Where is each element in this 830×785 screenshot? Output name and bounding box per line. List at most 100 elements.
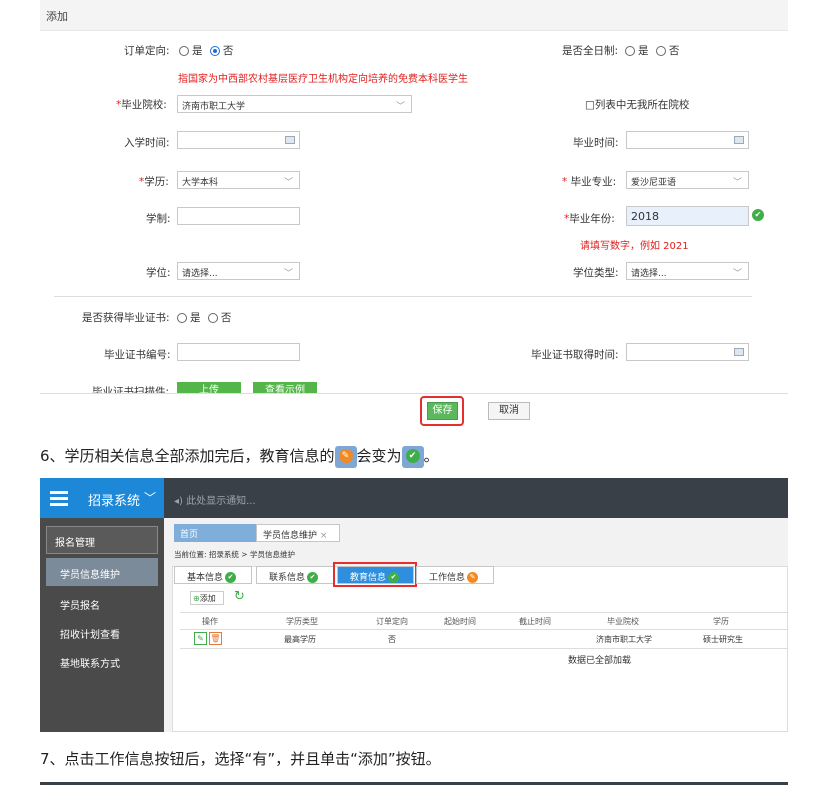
calendar-icon[interactable]: [734, 136, 744, 144]
sidebar-group-registration[interactable]: 报名管理: [46, 526, 158, 554]
table-header: 操作 学历类型 订单定向 起始时间 截止时间 毕业院校 学历: [180, 614, 788, 629]
col-school: 毕业院校: [607, 617, 639, 626]
chevron-down-icon[interactable]: ﹀: [144, 489, 156, 506]
step7-instruction: 7、点击工作信息按钮后，选择“有”，并且单击“添加”按钮。: [40, 750, 441, 768]
major-select[interactable]: 爱沙尼亚语 ﹀: [626, 171, 749, 189]
sidebar-item-plan[interactable]: 招收计划查看: [46, 618, 158, 646]
refresh-icon[interactable]: ↻: [234, 589, 245, 604]
form-title: 添加: [46, 10, 68, 23]
menu-icon[interactable]: [50, 491, 68, 494]
col-order: 订单定向: [376, 617, 408, 626]
cell-degree: 硕士研究生: [703, 635, 743, 644]
step6-text-c: 。: [423, 447, 439, 465]
col-degree: 学历: [713, 617, 729, 626]
subtab-contact-label: 联系信息: [269, 573, 306, 583]
cert-no-input[interactable]: [177, 343, 300, 361]
order-yes-label: 是: [192, 45, 203, 57]
divider: [54, 296, 752, 297]
save-button[interactable]: 保存: [427, 402, 458, 420]
grad-year-input[interactable]: 2018: [626, 206, 749, 226]
order-directed-options: 是 否: [175, 43, 233, 58]
col-end: 截止时间: [519, 617, 551, 626]
sidebar-item-student-info[interactable]: 学员信息维护: [46, 558, 158, 586]
edit-status-icon: [334, 445, 357, 468]
subtab-basic-label: 基本信息: [187, 573, 224, 583]
table-row-border: [180, 648, 788, 649]
degree-level-select[interactable]: 大学本科 ﹀: [177, 171, 300, 189]
chevron-down-icon: ﹀: [283, 178, 293, 188]
full-time-yes-label: 是: [638, 45, 649, 57]
cancel-button[interactable]: 取消: [488, 402, 530, 420]
chevron-down-icon: ﹀: [732, 178, 742, 188]
major-label: * 毕业专业:: [562, 176, 617, 188]
delete-icon[interactable]: 🗑: [209, 632, 222, 645]
enroll-time-label: 入学时间:: [124, 137, 170, 149]
sidebar-item-enroll[interactable]: 学员报名: [46, 589, 158, 617]
step6-text-a: 6、学历相关信息全部添加完后，教育信息的: [40, 447, 335, 465]
order-yes-radio[interactable]: [179, 46, 189, 56]
cert-no-radio[interactable]: [207, 313, 218, 323]
edit-icon: ✎: [467, 572, 479, 583]
full-time-no-label: 否: [668, 45, 680, 57]
table-row: ✎ 🗑 最高学历 否 济南市职工大学 硕士研究生: [180, 631, 788, 647]
close-icon[interactable]: ×: [320, 531, 328, 541]
done-status-icon: [401, 445, 424, 468]
study-length-label: 学制:: [146, 213, 171, 225]
step6-text-b: 会变为: [356, 447, 402, 465]
chevron-down-icon: ﹀: [283, 269, 293, 279]
cert-time-input[interactable]: [626, 343, 749, 361]
calendar-icon[interactable]: [285, 136, 295, 144]
subtab-education[interactable]: 教育信息 ✔: [337, 566, 414, 584]
sidebar-item-contact[interactable]: 基地联系方式: [46, 647, 158, 675]
edit-icon[interactable]: ✎: [194, 632, 207, 645]
step6-instruction: 6、学历相关信息全部添加完后，教育信息的 会变为 。: [40, 445, 439, 468]
add-button[interactable]: ⊕添加: [190, 591, 224, 605]
degree-label: 学位:: [146, 267, 171, 279]
brand-title: 招录系统: [88, 494, 141, 509]
degree-select[interactable]: 请选择... ﹀: [177, 262, 300, 280]
calendar-icon[interactable]: [734, 348, 744, 356]
full-time-options: 是 否: [621, 43, 679, 58]
study-length-input[interactable]: [177, 207, 300, 225]
check-icon: ✔: [307, 572, 319, 583]
order-no-label: 否: [222, 45, 234, 57]
enroll-time-input[interactable]: [177, 131, 300, 149]
check-icon: ✔: [225, 572, 237, 583]
subtab-education-label: 教育信息: [350, 573, 387, 583]
tab-student-info[interactable]: 学员信息维护 ×: [256, 524, 340, 542]
full-time-yes-radio[interactable]: [625, 46, 635, 56]
loaded-message: 数据已全部加载: [568, 656, 632, 666]
chevron-down-icon: ﹀: [395, 102, 405, 112]
cert-yes-label: 是: [190, 312, 201, 324]
subtab-work-label: 工作信息: [429, 573, 466, 583]
breadcrumb: 当前位置: 招录系统 > 学员信息维护: [174, 550, 295, 559]
cert-yes-radio[interactable]: [177, 313, 187, 323]
brand-area[interactable]: 招录系统 ﹀: [40, 478, 164, 518]
subtab-basic[interactable]: 基本信息 ✔: [174, 566, 252, 584]
grad-year-hint: 请填写数字，例如 2021: [580, 241, 689, 252]
grad-time-input[interactable]: [626, 131, 749, 149]
cert-label: 是否获得毕业证书:: [82, 312, 170, 324]
degree-level-label: *学历:: [139, 176, 169, 188]
cert-time-label: 毕业证书取得时间:: [531, 349, 619, 361]
order-no-radio[interactable]: [209, 46, 220, 56]
panel: [172, 566, 788, 732]
full-time-label: 是否全日制:: [562, 45, 619, 57]
check-icon: ✔: [388, 572, 400, 583]
table-header-border: [180, 629, 788, 630]
col-type: 学历类型: [286, 617, 318, 626]
cert-scan-row: 毕业证书扫描件: 上传 查看示例: [40, 378, 788, 394]
cert-options: 是 否: [173, 310, 231, 325]
check-circle-icon: ✔: [752, 209, 764, 221]
subtab-work[interactable]: 工作信息 ✎: [416, 566, 494, 584]
full-time-no-radio[interactable]: [655, 46, 666, 56]
not-in-list-checkbox[interactable]: □列表中无我所在院校: [585, 97, 689, 112]
cell-type: 最高学历: [284, 635, 316, 644]
tab-home[interactable]: 首页: [174, 524, 256, 542]
school-select[interactable]: 济南市职工大学 ﹀: [177, 95, 412, 113]
subtab-contact[interactable]: 联系信息 ✔: [256, 566, 334, 584]
order-note: 指国家为中西部农村基层医疗卫生机构定向培养的免费本科医学生: [178, 74, 468, 85]
form-header: 添加: [40, 0, 788, 31]
degree-type-select[interactable]: 请选择... ﹀: [626, 262, 749, 280]
chevron-down-icon: ﹀: [732, 269, 742, 279]
